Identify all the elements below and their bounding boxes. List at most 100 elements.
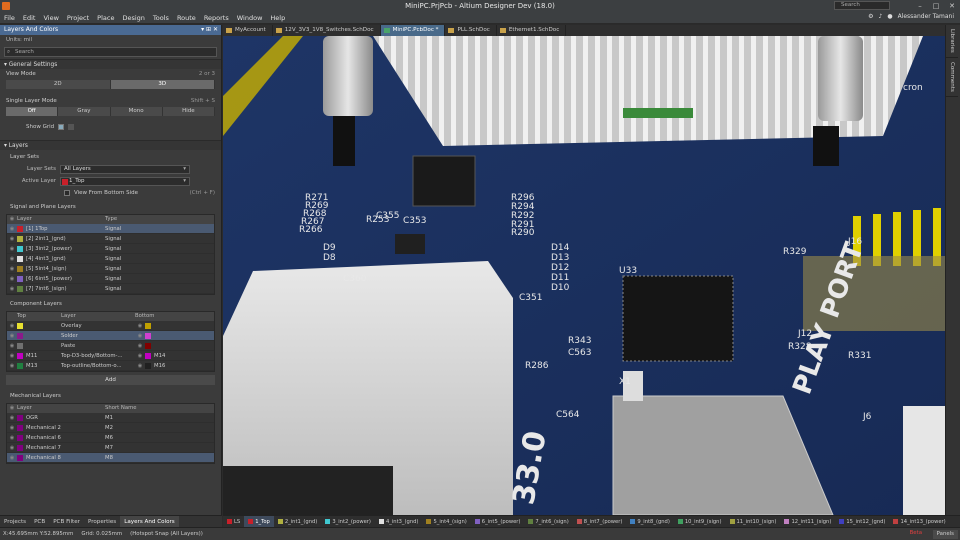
layer-tab[interactable]: 9_int8_(gnd) xyxy=(626,516,673,527)
single-layer-hide[interactable]: Hide xyxy=(162,107,215,116)
layer-tab[interactable]: 2_int1_(gnd) xyxy=(274,516,321,527)
tab-properties[interactable]: Properties xyxy=(84,516,120,528)
top-color-swatch[interactable] xyxy=(17,363,23,369)
layer-tab[interactable]: 1_Top xyxy=(244,516,274,527)
layer-tab[interactable]: 15_int12_(gnd) xyxy=(835,516,889,527)
top-color-swatch[interactable] xyxy=(17,353,23,359)
user-icon[interactable]: ● xyxy=(887,13,892,20)
menu-project[interactable]: Project xyxy=(67,14,89,22)
layer-color-swatch[interactable] xyxy=(17,415,23,421)
view-mode-2d[interactable]: 2D xyxy=(6,80,111,89)
table-row[interactable]: ◉ M13 Top-outline/Bottom-o... ◉ M16 xyxy=(7,361,214,371)
layer-tab[interactable]: 8_int7_(power) xyxy=(573,516,627,527)
eye-icon[interactable]: ◉ xyxy=(7,321,17,330)
table-row[interactable]: ◉ [3] 3int2_(power) Signal xyxy=(7,244,214,254)
single-layer-gray[interactable]: Gray xyxy=(58,107,111,116)
grid-color-swatch[interactable] xyxy=(68,124,75,130)
close-button[interactable]: ✕ xyxy=(946,0,958,12)
eye-icon[interactable]: ◉ xyxy=(135,321,145,330)
general-settings-header[interactable]: ▾ General Settings xyxy=(0,59,221,69)
bottom-color-swatch[interactable] xyxy=(145,363,151,369)
layer-color-swatch[interactable] xyxy=(17,455,23,461)
eye-icon[interactable]: ◉ xyxy=(7,244,17,253)
layer-tab[interactable]: 3_int2_(power) xyxy=(321,516,375,527)
layer-tab[interactable]: LS xyxy=(223,516,244,527)
pcb-3d-viewport[interactable]: R271 R269 R268 R267 R266 R253 C355 C353 C360 R296… xyxy=(223,36,945,515)
layer-color-swatch[interactable] xyxy=(17,236,23,242)
menu-file[interactable]: File xyxy=(4,14,15,22)
menu-window[interactable]: Window xyxy=(237,14,263,22)
gear-icon[interactable]: ⚙ xyxy=(868,13,873,20)
menu-design[interactable]: Design xyxy=(122,14,144,22)
table-row[interactable]: ◉ [5] 5int4_(sign) Signal xyxy=(7,264,214,274)
layer-tab[interactable]: 11_int10_(sign) xyxy=(726,516,781,527)
eye-icon[interactable]: ◉ xyxy=(7,284,17,293)
tab-layers-and-colors[interactable]: Layers And Colors xyxy=(120,515,179,528)
top-color-swatch[interactable] xyxy=(17,343,23,349)
table-row[interactable]: ◉ Mechanical 6 M6 xyxy=(7,433,214,443)
eye-icon[interactable]: ◉ xyxy=(135,351,145,360)
layer-tab[interactable]: 14_int13_(power) xyxy=(889,516,949,527)
doc-tab-myaccount[interactable]: MyAccount xyxy=(223,25,273,36)
layer-color-swatch[interactable] xyxy=(17,276,23,282)
eye-icon[interactable]: ◉ xyxy=(7,351,17,360)
layer-color-swatch[interactable] xyxy=(17,425,23,431)
comments-tab[interactable]: Comments xyxy=(946,58,958,97)
view-from-bottom-checkbox[interactable] xyxy=(64,190,70,196)
doc-tab-pll-schdoc[interactable]: PLL.SchDoc xyxy=(445,25,497,36)
layers-header[interactable]: ▾ Layers xyxy=(0,140,221,150)
top-color-swatch[interactable] xyxy=(17,333,23,339)
layer-color-swatch[interactable] xyxy=(17,256,23,262)
add-component-layer-button[interactable]: Add xyxy=(6,375,215,385)
panels-button[interactable]: Panels xyxy=(932,530,958,539)
tab-pcb[interactable]: PCB xyxy=(30,516,49,528)
layer-color-swatch[interactable] xyxy=(17,246,23,252)
table-row[interactable]: ◉ [6] 6int5_(power) Signal xyxy=(7,274,214,284)
menu-route[interactable]: Route xyxy=(177,14,196,22)
libraries-tab[interactable]: Libraries xyxy=(946,25,958,58)
layer-tab[interactable]: 5_int4_(sign) xyxy=(422,516,470,527)
eye-icon[interactable]: ◉ xyxy=(7,361,17,370)
single-layer-mono[interactable]: Mono xyxy=(110,107,163,116)
layer-tab[interactable]: 12_int11_(sign) xyxy=(780,516,835,527)
eye-icon[interactable]: ◉ xyxy=(7,234,17,243)
menu-place[interactable]: Place xyxy=(97,14,114,22)
bottom-color-swatch[interactable] xyxy=(145,333,151,339)
eye-icon[interactable]: ◉ xyxy=(135,361,145,370)
panel-search-input[interactable]: ⌕ Search xyxy=(4,47,217,57)
layer-tab[interactable]: 7_int6_(sign) xyxy=(524,516,572,527)
eye-icon[interactable]: ◉ xyxy=(7,413,17,422)
menu-view[interactable]: View xyxy=(43,14,58,22)
eye-icon[interactable]: ◉ xyxy=(7,224,17,233)
layer-tab[interactable]: 6_int5_(power) xyxy=(471,516,525,527)
table-row[interactable]: ◉ [1] 1Top Signal xyxy=(7,224,214,234)
layer-color-swatch[interactable] xyxy=(17,445,23,451)
single-layer-off[interactable]: Off xyxy=(6,107,59,116)
layer-color-swatch[interactable] xyxy=(17,266,23,272)
bottom-color-swatch[interactable] xyxy=(145,353,151,359)
table-row[interactable]: ◉ Solder ◉ xyxy=(7,331,214,341)
table-row[interactable]: ◉ OGR M1 xyxy=(7,413,214,423)
table-row[interactable]: ◉ Mechanical 8 M8 xyxy=(7,453,214,463)
table-row[interactable]: ◉ [4] 4int3_(gnd) Signal xyxy=(7,254,214,264)
view-mode-3d[interactable]: 3D xyxy=(110,80,215,89)
maximize-button[interactable]: □ xyxy=(930,0,942,12)
menu-help[interactable]: Help xyxy=(270,14,285,22)
tab-pcb-filter[interactable]: PCB Filter xyxy=(49,516,84,528)
table-row[interactable]: ◉ [2] 2int1_(gnd) Signal xyxy=(7,234,214,244)
layer-color-swatch[interactable] xyxy=(17,286,23,292)
layer-sets-select[interactable]: All Layers ▾ xyxy=(60,164,190,174)
active-layer-select[interactable]: 1_Top ▾ xyxy=(60,176,190,186)
menu-tools[interactable]: Tools xyxy=(153,14,169,22)
eye-icon[interactable]: ◉ xyxy=(7,331,17,340)
user-name[interactable]: Alessander Tamani xyxy=(898,13,954,20)
tab-projects[interactable]: Projects xyxy=(0,516,30,528)
eye-icon[interactable]: ◉ xyxy=(7,453,17,462)
table-row[interactable]: ◉ Mechanical 7 M7 xyxy=(7,443,214,453)
top-color-swatch[interactable] xyxy=(17,323,23,329)
eye-icon[interactable]: ◉ xyxy=(135,331,145,340)
layer-color-swatch[interactable] xyxy=(17,226,23,232)
bottom-color-swatch[interactable] xyxy=(145,343,151,349)
bell-icon[interactable]: ♪ xyxy=(878,13,882,20)
minimize-button[interactable]: – xyxy=(914,0,926,12)
